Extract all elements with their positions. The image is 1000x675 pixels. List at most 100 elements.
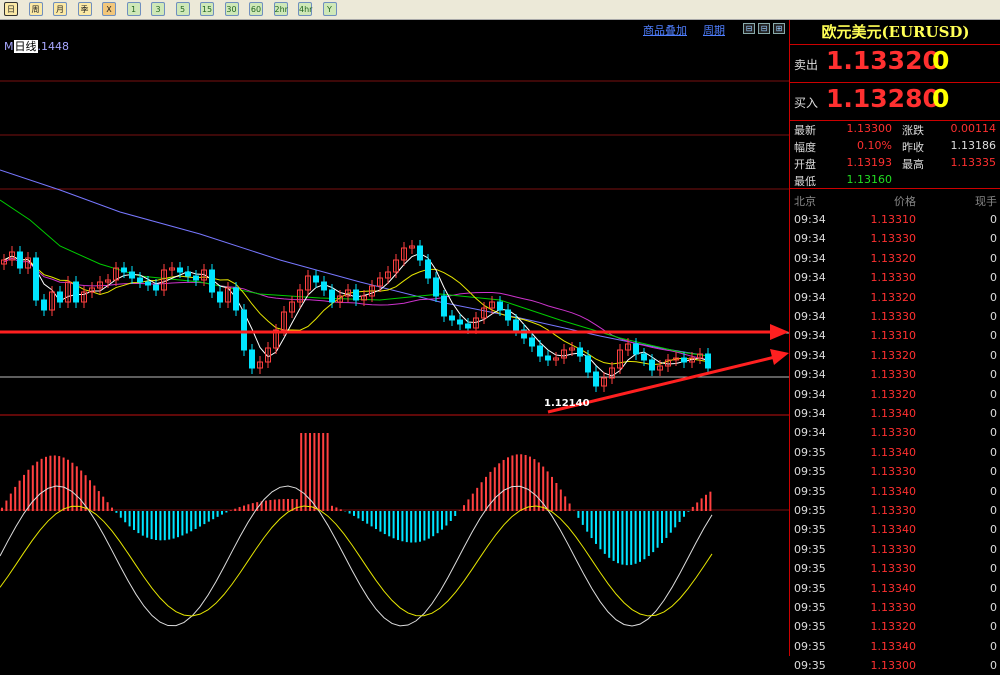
tick-row: 09:35 1.13330 0 xyxy=(790,540,1000,559)
stat-range: 0.10% xyxy=(857,139,892,152)
period-button-2[interactable]: 月 xyxy=(53,2,67,16)
tick-price: 1.13310 xyxy=(870,213,917,226)
zoom-in-icon[interactable]: ⊟ xyxy=(743,23,755,34)
tick-qty: 0 xyxy=(990,581,997,595)
period-button-10[interactable]: 60 xyxy=(249,2,263,16)
tick-row: 09:34 1.13340 0 xyxy=(790,404,1000,423)
overlay-link[interactable]: 商品叠加 xyxy=(643,22,687,38)
tick-qty: 0 xyxy=(990,639,997,653)
period-button-9[interactable]: 30 xyxy=(224,2,239,16)
tick-row: 09:34 1.13330 0 xyxy=(790,365,1000,384)
tick-qty: 0 xyxy=(990,542,997,556)
tick-time: 09:34 xyxy=(794,407,826,420)
tick-row: 09:34 1.13320 0 xyxy=(790,288,1000,307)
tick-row: 09:35 1.13340 0 xyxy=(790,579,1000,598)
tick-price: 1.13320 xyxy=(870,387,917,401)
candle-body xyxy=(585,355,591,373)
sell-row[interactable]: 卖出 1.13320 0 xyxy=(790,44,1000,83)
tick-time: 09:34 xyxy=(794,232,826,246)
tick-time: 09:35 xyxy=(794,620,826,634)
tick-row: 09:34 1.13330 0 xyxy=(790,423,1000,442)
tick-qty: 0 xyxy=(990,465,997,479)
period-button-8[interactable]: 15 xyxy=(200,2,214,16)
tick-price: 1.13330 xyxy=(870,542,917,556)
tick-price: 1.13330 xyxy=(870,426,917,440)
zoom-out-icon[interactable]: ⊟ xyxy=(758,23,770,34)
candle-body xyxy=(425,259,431,279)
candle-body xyxy=(209,269,215,293)
tick-row: 09:34 1.13310 0 xyxy=(790,210,1000,229)
candle-body xyxy=(57,291,63,303)
tick-price: 1.13330 xyxy=(870,232,917,246)
tick-row: 09:35 1.13330 0 xyxy=(790,462,1000,481)
tick-price: 1.13340 xyxy=(870,639,917,653)
tick-price: 1.13330 xyxy=(870,504,917,517)
tick-price: 1.13320 xyxy=(870,348,917,362)
tick-qty: 0 xyxy=(990,251,997,265)
stat-open-label: 开盘 xyxy=(794,158,816,171)
ticks-header-qty: 现手 xyxy=(975,195,997,208)
tick-row: 09:35 1.13320 0 xyxy=(790,617,1000,636)
candle-body xyxy=(321,281,327,291)
tick-price: 1.13320 xyxy=(870,290,917,304)
candle-body xyxy=(353,289,359,301)
tick-row: 09:35 1.13340 0 xyxy=(790,443,1000,462)
tick-qty: 0 xyxy=(990,659,997,673)
tick-time: 09:35 xyxy=(794,659,826,673)
buy-row[interactable]: 买入 1.13280 0 xyxy=(790,82,1000,121)
tick-qty: 0 xyxy=(990,232,997,246)
stat-prev: 1.13186 xyxy=(950,139,997,152)
candle-body xyxy=(537,345,543,357)
period-link[interactable]: 周期 xyxy=(703,22,725,38)
period-button-11[interactable]: 2hr xyxy=(273,2,288,16)
candle-body xyxy=(185,271,191,277)
candle-body xyxy=(649,359,655,371)
period-button-1[interactable]: 周 xyxy=(28,2,43,16)
resistance-arrow-icon xyxy=(770,324,789,340)
candle-body xyxy=(505,309,511,321)
tick-qty: 0 xyxy=(990,368,997,382)
tick-time: 09:35 xyxy=(794,484,826,498)
tick-price: 1.13330 xyxy=(870,310,917,323)
candle-body xyxy=(73,281,79,303)
period-button-12[interactable]: 4hr xyxy=(298,2,312,16)
tick-qty: 0 xyxy=(990,426,997,440)
tick-time: 09:34 xyxy=(794,426,826,440)
tick-price: 1.13340 xyxy=(870,407,917,420)
tick-qty: 0 xyxy=(990,290,997,304)
tick-row: 09:34 1.13320 0 xyxy=(790,385,1000,404)
tick-price: 1.13330 xyxy=(870,465,917,479)
candle-body xyxy=(417,245,423,261)
sell-label: 卖出 xyxy=(794,58,819,72)
candle-body xyxy=(217,291,223,303)
kline-chart[interactable] xyxy=(0,20,789,656)
candle-body xyxy=(153,284,159,291)
period-button-13[interactable]: Y xyxy=(322,2,337,16)
tick-time: 09:35 xyxy=(794,581,826,595)
period-button-3[interactable]: 季 xyxy=(77,2,92,16)
zoom-reset-icon[interactable]: ⊞ xyxy=(773,23,785,34)
ma-value: .1448 xyxy=(37,40,70,53)
tick-qty: 0 xyxy=(990,329,997,343)
support-arrow-icon xyxy=(770,349,789,365)
tick-time: 09:34 xyxy=(794,368,826,382)
tick-qty: 0 xyxy=(990,387,997,401)
stat-open: 1.13193 xyxy=(846,156,893,169)
candle-body xyxy=(233,287,239,311)
period-button-5[interactable]: 1 xyxy=(126,2,141,16)
candle-body xyxy=(177,267,183,273)
ticks-header-time: 北京 xyxy=(794,195,816,208)
chart-area[interactable]: 商品叠加 周期 ⊟ ⊟ ⊞ M日线.1448 1.12140 xyxy=(0,20,789,656)
low-price-label: 1.12140 xyxy=(544,398,590,409)
tick-price: 1.13330 xyxy=(870,368,917,382)
ma-day-label: 日线 xyxy=(13,40,38,53)
tick-time: 09:34 xyxy=(794,251,826,265)
period-button-4[interactable]: X xyxy=(102,2,116,16)
tick-row: 09:35 1.13340 0 xyxy=(790,637,1000,656)
tick-qty: 0 xyxy=(990,445,997,459)
tick-qty: 0 xyxy=(990,348,997,362)
period-button-6[interactable]: 3 xyxy=(151,2,165,16)
period-button-7[interactable]: 5 xyxy=(175,2,190,16)
period-button-0[interactable]: 日 xyxy=(4,2,18,16)
candle-body xyxy=(249,349,255,369)
